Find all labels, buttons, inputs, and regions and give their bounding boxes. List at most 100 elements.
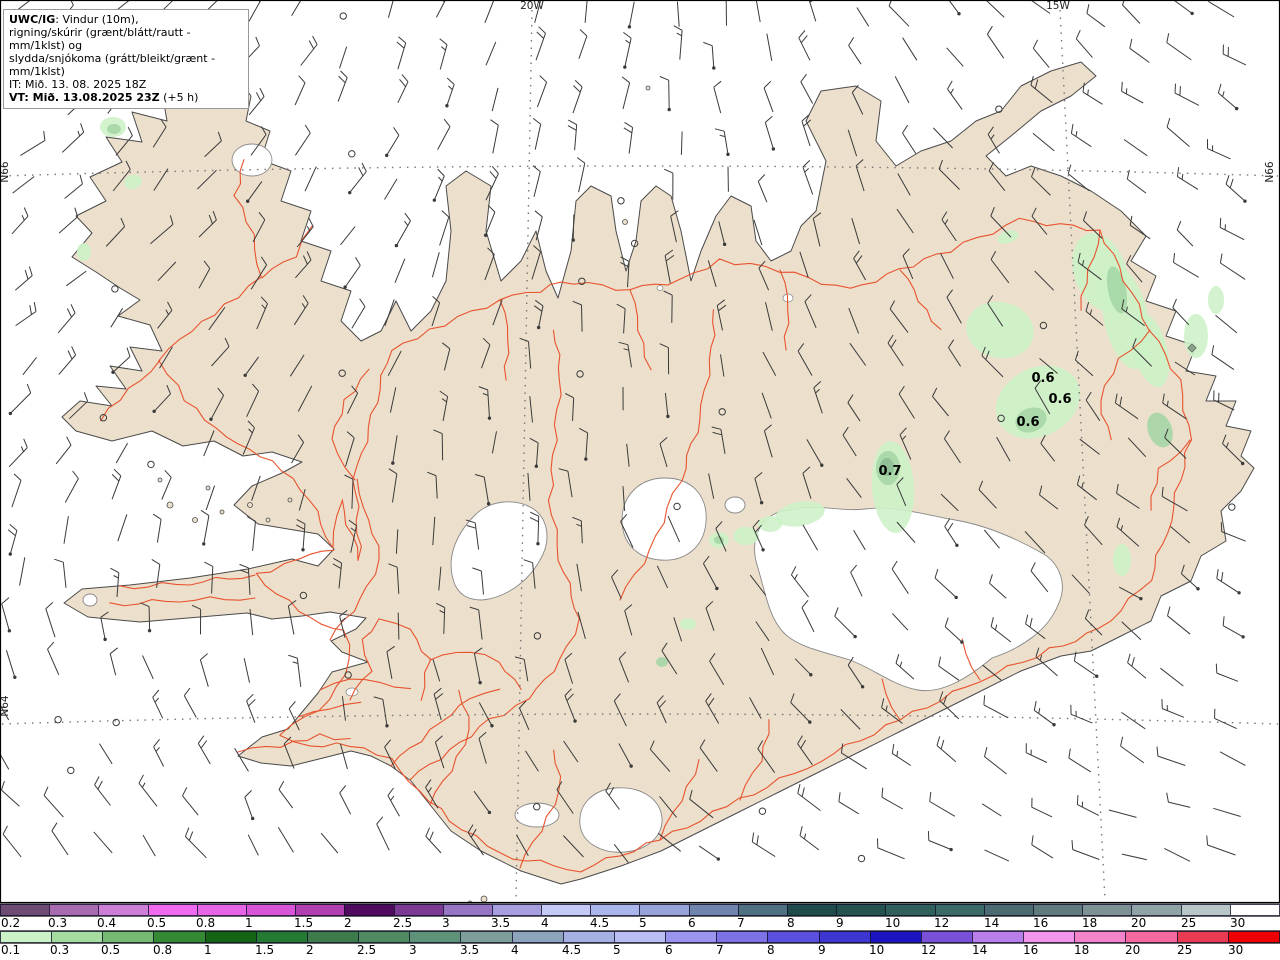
precip-patch xyxy=(107,124,121,134)
graticule-label: N64 xyxy=(0,695,11,717)
sleet-colorbar-segment xyxy=(920,931,973,943)
weather-map-screen: 20W 15W N66 N64 N66 0.6 0.6 0.6 0.7 UWC/IG: Vind… xyxy=(0,0,1280,960)
sleet-colorbar-segment xyxy=(869,931,922,943)
precip-patch xyxy=(656,657,668,667)
rain-colorbar-tick-label: 1.5 xyxy=(294,916,314,930)
sleet-colorbar-segment xyxy=(204,931,257,943)
sleet-colorbar-segment xyxy=(255,931,308,943)
station-dot xyxy=(712,66,716,70)
precip-value-label: 0.6 xyxy=(1048,392,1071,407)
sleet-colorbar-tick-label: 0.5 xyxy=(101,943,121,957)
station-dot xyxy=(478,680,482,685)
wind-barb-icon xyxy=(680,131,683,155)
glacier xyxy=(231,143,273,177)
info-line-vt-time: VT: Mið. 13.08.2025 23Z (+5 h) xyxy=(9,91,243,104)
sleet-colorbar-tick-label: 9 xyxy=(818,943,826,957)
sleet-colorbar-tick-label: 6 xyxy=(665,943,673,957)
station-dot xyxy=(147,628,152,633)
sleet-colorbar-tick-label: 7 xyxy=(716,943,724,957)
sleet-colorbar-tick-label: 25 xyxy=(1177,943,1193,957)
sleet-colorbar-tick-label: 2.5 xyxy=(357,943,377,957)
rain-colorbar-segment xyxy=(442,904,493,916)
rain-colorbar-tick-label: 2 xyxy=(344,916,352,930)
graticule-label: 20W xyxy=(520,0,544,12)
rain-colorbar-tick-label: 10 xyxy=(885,916,901,930)
sleet-colorbar-tick-label: 30 xyxy=(1228,943,1244,957)
rain-colorbar-tick-label: 25 xyxy=(1181,916,1197,930)
rain-colorbar-tick-label: 12 xyxy=(934,916,950,930)
sleet-colorbar-segment xyxy=(613,931,667,943)
vt-time-bold: VT: Mið. 13.08.2025 23Z xyxy=(9,91,160,104)
station-dot xyxy=(1240,461,1245,466)
sleet-colorbar-tick-label: 0.3 xyxy=(50,943,70,957)
station-dot xyxy=(667,107,671,112)
station-dot xyxy=(820,463,824,467)
station-dot xyxy=(623,65,627,69)
station-dot xyxy=(432,198,437,202)
sleet-colorbar-segment xyxy=(0,931,53,943)
rain-colorbar-segment xyxy=(934,904,985,916)
rain-colorbar-segment xyxy=(147,904,198,916)
station-dot xyxy=(245,199,250,203)
station-dot xyxy=(347,190,352,195)
island xyxy=(166,501,174,509)
station-dot xyxy=(536,325,541,330)
sleet-colorbar-segment xyxy=(716,931,769,943)
precip-value-label: 0.6 xyxy=(1031,371,1054,386)
station-dot xyxy=(152,409,156,414)
station-dot xyxy=(722,242,727,247)
rain-colorbar-segment xyxy=(344,904,395,916)
station-dot xyxy=(394,243,399,248)
island xyxy=(265,517,271,523)
sleet-colorbar-segment xyxy=(818,931,871,943)
station-dot xyxy=(487,416,492,420)
sleet-colorbar-tick-label: 1 xyxy=(204,943,212,957)
rain-colorbar-labels: 0.2 0.3 0.4 0.5 0.8 1 1.5 2 2.5 3 3.5 4 4.5 5 6 7 8 9 10 12… xyxy=(0,916,1280,930)
rain-colorbar-segment xyxy=(393,904,444,916)
station-dot xyxy=(1237,591,1241,595)
rain-colorbar-tick-label: 18 xyxy=(1082,916,1098,930)
station-dot xyxy=(726,152,730,157)
island xyxy=(645,85,651,91)
glacier xyxy=(514,802,560,828)
station-dot xyxy=(483,233,488,237)
precip-patch xyxy=(733,527,759,545)
sleet-colorbar-segment xyxy=(460,931,513,943)
station-dot xyxy=(1139,596,1143,601)
wind-barb-icon xyxy=(572,214,575,241)
rain-colorbar-tick-label: 0.8 xyxy=(196,916,216,930)
rain-colorbar-segment xyxy=(1229,904,1280,916)
sleet-colorbar-segment xyxy=(306,931,360,943)
station-dot xyxy=(1095,674,1099,678)
sleet-colorbar-segment xyxy=(51,931,104,943)
rain-colorbar-tick-label: 20 xyxy=(1131,916,1147,930)
island xyxy=(157,477,163,483)
rain-colorbar-segment xyxy=(688,904,739,916)
station-dot xyxy=(571,238,575,242)
rain-colorbar-tick-label: 7 xyxy=(737,916,745,930)
island xyxy=(480,895,488,903)
station-dot xyxy=(301,548,305,552)
sleet-colorbar-tick-label: 0.1 xyxy=(1,943,21,957)
rain-colorbar-segment xyxy=(541,904,592,916)
station-dot xyxy=(8,411,13,416)
rain-colorbar-segment xyxy=(1082,904,1133,916)
model-id: UWC/IG xyxy=(9,13,56,26)
station-dot xyxy=(487,810,492,815)
info-line-it-time: IT: Mið. 13. 08. 2025 18Z xyxy=(9,78,147,91)
station-dot xyxy=(1196,587,1200,591)
sleet-colorbar-tick-label: 4 xyxy=(511,943,519,957)
station-dot xyxy=(573,719,577,723)
station-dot xyxy=(202,542,206,546)
station-dot xyxy=(771,147,776,151)
sleet-colorbar-segment xyxy=(358,931,411,943)
sleet-colorbar-tick-label: 2 xyxy=(306,943,314,957)
sleet-colorbar-tick-label: 5 xyxy=(613,943,621,957)
rain-colorbar-segment xyxy=(491,904,543,916)
station-dot xyxy=(949,847,953,852)
rain-colorbar-tick-label: 8 xyxy=(787,916,795,930)
rain-colorbar-tick-label: 2.5 xyxy=(393,916,413,930)
station-dot xyxy=(486,502,491,506)
rain-colorbar-tick-label: 0.3 xyxy=(48,916,68,930)
lake xyxy=(656,285,664,291)
